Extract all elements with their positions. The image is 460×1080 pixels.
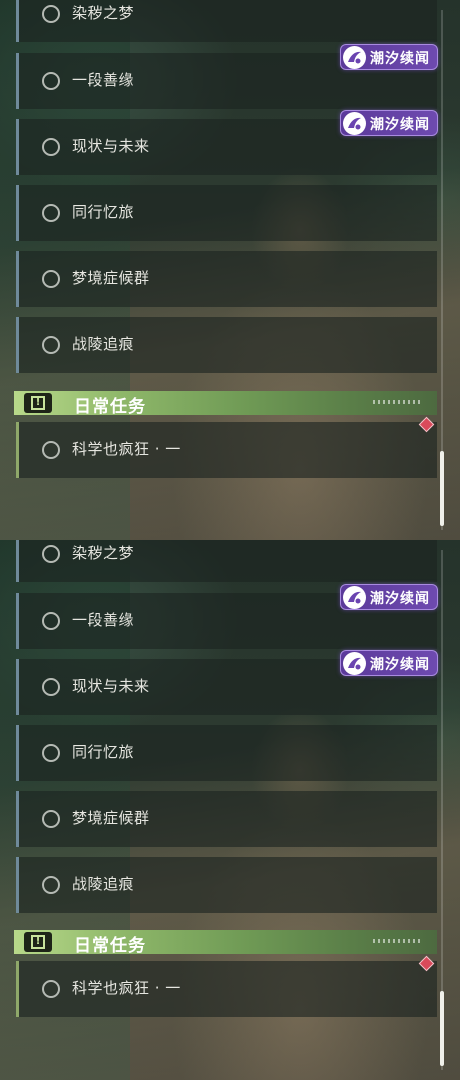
quest-status-circle-icon	[42, 270, 60, 288]
quest-label: 科学也疯狂 · 一	[72, 979, 181, 997]
quest-label: 梦境症候群	[72, 269, 150, 287]
event-tag: 潮汐续闻	[340, 44, 438, 70]
header-decoration	[373, 939, 423, 943]
event-tag-label: 潮汐续闻	[370, 591, 430, 607]
quest-label: 同行忆旅	[72, 743, 135, 761]
quest-label: 梦境症候群	[72, 809, 150, 827]
quest-status-circle-icon	[42, 810, 60, 828]
quest-label: 一段善缘	[72, 71, 135, 89]
event-tag: 潮汐续闻	[340, 110, 438, 136]
quest-panel: 染秽之梦 一段善缘 潮汐续闻 现状与未来 潮汐续闻 同行忆旅 梦境症候群 战陵追…	[0, 540, 460, 1080]
event-tag-label: 潮汐续闻	[370, 657, 430, 673]
daily-quests-header[interactable]: ! 日常任务	[14, 930, 437, 956]
event-emblem-icon	[343, 586, 366, 609]
quest-status-circle-icon	[42, 204, 60, 222]
quest-status-circle-icon	[42, 441, 60, 459]
daily-quest-row-1[interactable]: 科学也疯狂 · 一	[16, 961, 437, 1017]
event-tag: 潮汐续闻	[340, 650, 438, 676]
quest-label: 科学也疯狂 · 一	[72, 440, 181, 458]
quest-status-circle-icon	[42, 545, 60, 563]
quest-status-circle-icon	[42, 980, 60, 998]
quest-status-circle-icon	[42, 336, 60, 354]
event-tag-label: 潮汐续闻	[370, 51, 430, 67]
header-decoration	[373, 400, 423, 404]
event-emblem-icon	[343, 112, 366, 135]
scrollbar-thumb[interactable]	[440, 451, 444, 526]
section-title: 日常任务	[74, 936, 146, 956]
quest-status-circle-icon	[42, 744, 60, 762]
quest-status-circle-icon	[42, 5, 60, 23]
quest-label: 同行忆旅	[72, 203, 135, 221]
quest-label: 现状与未来	[72, 137, 150, 155]
quest-panel: 染秽之梦 一段善缘 潮汐续闻 现状与未来 潮汐续闻 同行忆旅 梦境症候群 战陵追…	[0, 0, 460, 540]
quest-label: 战陵追痕	[72, 335, 135, 353]
quest-label: 现状与未来	[72, 677, 150, 695]
quest-label: 染秽之梦	[72, 4, 135, 22]
quest-label: 一段善缘	[72, 611, 135, 629]
quest-label: 染秽之梦	[72, 544, 135, 562]
quest-status-circle-icon	[42, 72, 60, 90]
quest-row-4[interactable]: 同行忆旅	[16, 725, 437, 781]
scrollbar-thumb[interactable]	[440, 991, 444, 1066]
event-emblem-icon	[343, 46, 366, 69]
daily-quests-header[interactable]: ! 日常任务	[14, 391, 437, 417]
event-tag-label: 潮汐续闻	[370, 117, 430, 133]
quest-status-circle-icon	[42, 612, 60, 630]
quest-status-circle-icon	[42, 678, 60, 696]
quest-row-6[interactable]: 战陵追痕	[16, 857, 437, 913]
exclamation-box-icon: !	[24, 393, 52, 413]
quest-row-1[interactable]: 染秽之梦	[16, 540, 437, 582]
event-emblem-icon	[343, 652, 366, 675]
section-title: 日常任务	[74, 397, 146, 417]
quest-row-6[interactable]: 战陵追痕	[16, 317, 437, 373]
quest-status-circle-icon	[42, 138, 60, 156]
quest-label: 战陵追痕	[72, 875, 135, 893]
event-tag: 潮汐续闻	[340, 584, 438, 610]
quest-row-1[interactable]: 染秽之梦	[16, 0, 437, 42]
quest-row-5[interactable]: 梦境症候群	[16, 251, 437, 307]
quest-status-circle-icon	[42, 876, 60, 894]
quest-row-5[interactable]: 梦境症候群	[16, 791, 437, 847]
daily-quest-row-1[interactable]: 科学也疯狂 · 一	[16, 422, 437, 478]
quest-row-4[interactable]: 同行忆旅	[16, 185, 437, 241]
exclamation-box-icon: !	[24, 932, 52, 952]
